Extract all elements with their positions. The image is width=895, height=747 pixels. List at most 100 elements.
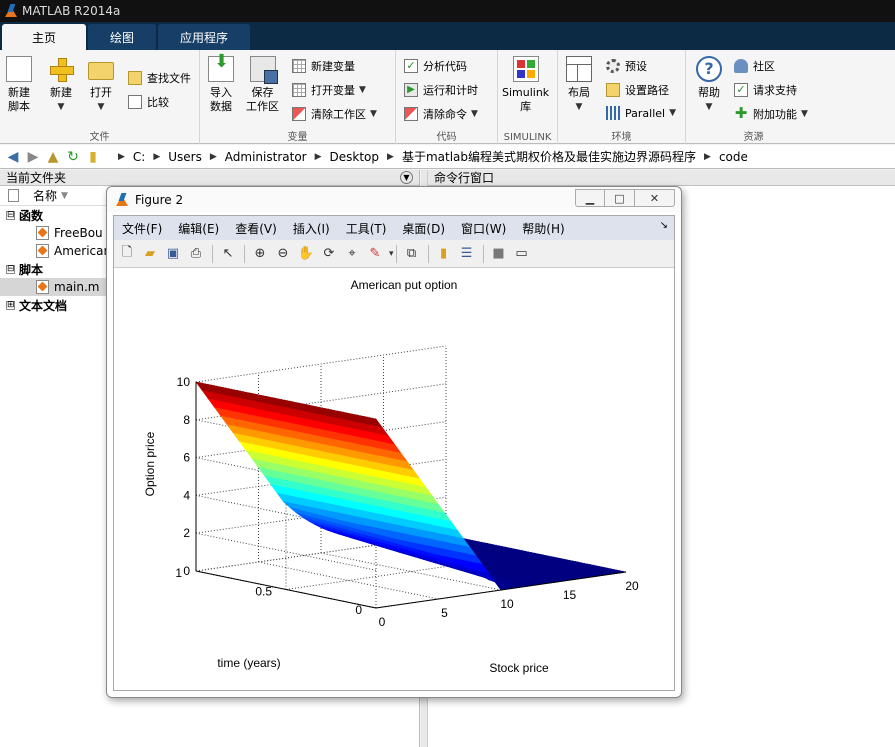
surface-plot[interactable]: American put option Option price time (y… xyxy=(114,269,674,690)
panel-menu-chevron-icon[interactable]: ▼ xyxy=(400,171,413,184)
menu-insert[interactable]: 插入(I) xyxy=(285,220,338,237)
save-workspace-icon xyxy=(249,56,278,84)
z-axis-label: Option price xyxy=(143,431,157,496)
rotate-3d-icon[interactable]: ⟳ xyxy=(320,245,338,263)
save-icon[interactable]: ▣ xyxy=(164,245,182,263)
tab-home[interactable]: 主页 xyxy=(2,24,87,50)
plot-area[interactable]: American put option Option price time (y… xyxy=(114,269,674,690)
clear-workspace-button[interactable]: 清除工作区 ▼ xyxy=(292,106,377,122)
menu-desktop[interactable]: 桌面(D) xyxy=(394,220,453,237)
preferences-button[interactable]: 预设 xyxy=(606,58,647,74)
tab-plots[interactable]: 绘图 xyxy=(88,24,157,50)
x-axis-label: Stock price xyxy=(489,661,549,675)
function-file-icon xyxy=(36,244,49,258)
maximize-button[interactable]: □ xyxy=(605,189,635,207)
pan-hand-icon[interactable]: ✋ xyxy=(297,245,315,263)
z-tick-label: 0 xyxy=(183,564,190,578)
path-segment[interactable]: 基于matlab编程美式期权价格及最佳实施边界源码程序 xyxy=(402,148,696,165)
menu-help[interactable]: 帮助(H) xyxy=(514,220,572,237)
menu-file[interactable]: 文件(F) xyxy=(114,220,170,237)
layout-button[interactable]: 布局 ▼ xyxy=(566,56,592,114)
path-segment[interactable]: Desktop xyxy=(330,150,380,164)
find-files-icon xyxy=(128,71,142,85)
open-button[interactable]: 打开 ▼ xyxy=(88,56,114,114)
simulink-library-button[interactable]: Simulink 库 xyxy=(502,56,549,114)
menu-tools[interactable]: 工具(T) xyxy=(338,220,395,237)
surface-mesh xyxy=(195,381,627,591)
menu-view[interactable]: 查看(V) xyxy=(227,220,285,237)
colorbar-icon[interactable]: ▮ xyxy=(435,245,453,263)
up-folder-icon[interactable]: ▲ xyxy=(44,148,62,166)
matlab-logo-icon xyxy=(4,4,18,18)
brush-icon[interactable]: ✎ xyxy=(366,245,384,263)
new-variable-icon xyxy=(292,59,306,73)
simulink-library-label: Simulink 库 xyxy=(502,86,550,113)
new-figure-icon[interactable]: 🗋 xyxy=(118,245,136,263)
sort-chevron-icon[interactable]: ▼ xyxy=(61,191,68,201)
community-button[interactable]: 社区 xyxy=(734,58,775,74)
toolbar-divider xyxy=(244,244,245,263)
run-and-time-button[interactable]: ▶ 运行和计时 xyxy=(404,82,478,98)
addons-button[interactable]: ✚ 附加功能 ▼ xyxy=(734,106,808,122)
request-support-button[interactable]: ✓ 请求支持 xyxy=(734,82,797,98)
file-name: main.m xyxy=(54,280,100,294)
browse-folder-icon[interactable]: ↻ xyxy=(64,148,82,166)
expand-icon[interactable]: ⊞ xyxy=(6,300,15,310)
clear-commands-button[interactable]: 清除命令 ▼ xyxy=(404,106,478,122)
figure-title-bar[interactable]: Figure 2 ▁ □ ✕ xyxy=(107,187,681,212)
zoom-in-icon[interactable]: ⊕ xyxy=(251,245,269,263)
clear-workspace-icon xyxy=(292,107,306,121)
close-button[interactable]: ✕ xyxy=(635,189,675,207)
new-variable-button[interactable]: 新建变量 xyxy=(292,58,355,74)
menu-edit[interactable]: 编辑(E) xyxy=(170,220,227,237)
x-tick-label: 0 xyxy=(379,615,386,629)
dock-arrow-icon[interactable]: ↘ xyxy=(660,220,668,231)
save-workspace-button[interactable]: 保存 工作区 xyxy=(246,56,279,114)
new-button[interactable]: 新建 ▼ xyxy=(48,56,74,114)
clear-workspace-label: 清除工作区 xyxy=(311,108,366,121)
open-variable-button[interactable]: 打开变量 ▼ xyxy=(292,82,366,98)
collapse-icon[interactable]: ⊟ xyxy=(6,264,15,274)
x-tick-label: 10 xyxy=(500,597,514,611)
menu-window[interactable]: 窗口(W) xyxy=(453,220,514,237)
path-segment[interactable]: C: xyxy=(133,150,145,164)
y-tick-label: 0 xyxy=(355,603,362,617)
find-files-button[interactable]: 查找文件 xyxy=(128,70,191,86)
help-button[interactable]: ? 帮助 ▼ xyxy=(696,56,722,114)
legend-icon[interactable]: ☰ xyxy=(458,245,476,263)
link-plot-icon[interactable]: ⧉ xyxy=(403,245,421,263)
compare-icon xyxy=(128,95,142,109)
path-segment[interactable]: code xyxy=(719,150,748,164)
minimize-button[interactable]: ▁ xyxy=(575,189,605,207)
help-label: 帮助 xyxy=(698,86,720,99)
data-cursor-icon[interactable]: ⌖ xyxy=(343,245,361,263)
tab-apps[interactable]: 应用程序 xyxy=(158,24,251,50)
preferences-label: 预设 xyxy=(625,60,647,73)
print-icon[interactable]: ⎙ xyxy=(187,245,205,263)
import-data-button[interactable]: 导入 数据 xyxy=(208,55,234,114)
open-file-icon[interactable]: ▰ xyxy=(141,245,159,263)
figure-toolbar: 🗋 ▰ ▣ ⎙ ↖ ⊕ ⊖ ✋ ⟳ ⌖ ✎ ▾ ⧉ ▮ ☰ ■ ▭ xyxy=(114,240,674,268)
edit-plot-arrow-icon[interactable]: ↖ xyxy=(219,245,237,263)
back-arrow-icon[interactable]: ◀ xyxy=(4,148,22,166)
forward-arrow-icon[interactable]: ▶ xyxy=(24,148,42,166)
show-plot-tools-icon[interactable]: ▭ xyxy=(513,245,531,263)
set-path-button[interactable]: 设置路径 xyxy=(606,82,669,98)
hide-plot-tools-icon[interactable]: ■ xyxy=(490,245,508,263)
path-segment[interactable]: Administrator xyxy=(225,150,307,164)
import-label: 导入 数据 xyxy=(210,86,232,113)
new-script-button[interactable]: 新建 脚本 xyxy=(6,56,32,114)
analyze-code-button[interactable]: ✓ 分析代码 xyxy=(404,58,467,74)
ribbon-group-code: ✓ 分析代码 ▶ 运行和计时 清除命令 ▼ 代码 xyxy=(396,50,498,144)
zoom-out-icon[interactable]: ⊖ xyxy=(274,245,292,263)
code-group-label: 代码 xyxy=(436,132,457,143)
run-and-time-label: 运行和计时 xyxy=(423,84,478,97)
path-segment[interactable]: Users xyxy=(168,150,202,164)
path-separator-icon: ▶ xyxy=(118,151,125,162)
parallel-button[interactable]: Parallel ▼ xyxy=(606,106,676,120)
name-column-label[interactable]: 名称 xyxy=(33,187,57,204)
chevron-down-icon[interactable]: ▾ xyxy=(389,249,394,259)
collapse-icon[interactable]: ⊟ xyxy=(6,210,15,220)
layout-icon xyxy=(566,56,592,82)
compare-button[interactable]: 比较 xyxy=(128,94,169,110)
